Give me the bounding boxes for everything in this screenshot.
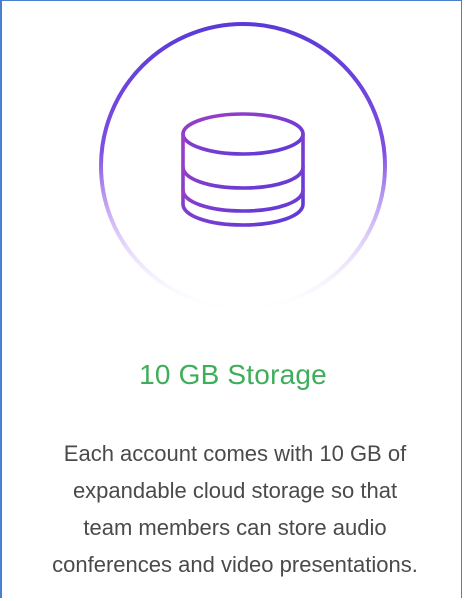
description-line: Each account comes with 10 GB of bbox=[63, 441, 407, 466]
storage-hero bbox=[96, 19, 390, 313]
database-icon bbox=[181, 112, 305, 227]
feature-card: 10 GB Storage Each account comes with 10… bbox=[0, 0, 462, 598]
feature-description: Each account comes with 10 GB of expanda… bbox=[20, 435, 450, 583]
description-line: conferences and video presentations. bbox=[52, 552, 418, 577]
storage-ring bbox=[99, 22, 387, 310]
feature-title: 10 GB Storage bbox=[139, 359, 327, 390]
description-line: expandable cloud storage so that bbox=[72, 478, 398, 503]
description-line: team members can store audio bbox=[83, 515, 387, 540]
